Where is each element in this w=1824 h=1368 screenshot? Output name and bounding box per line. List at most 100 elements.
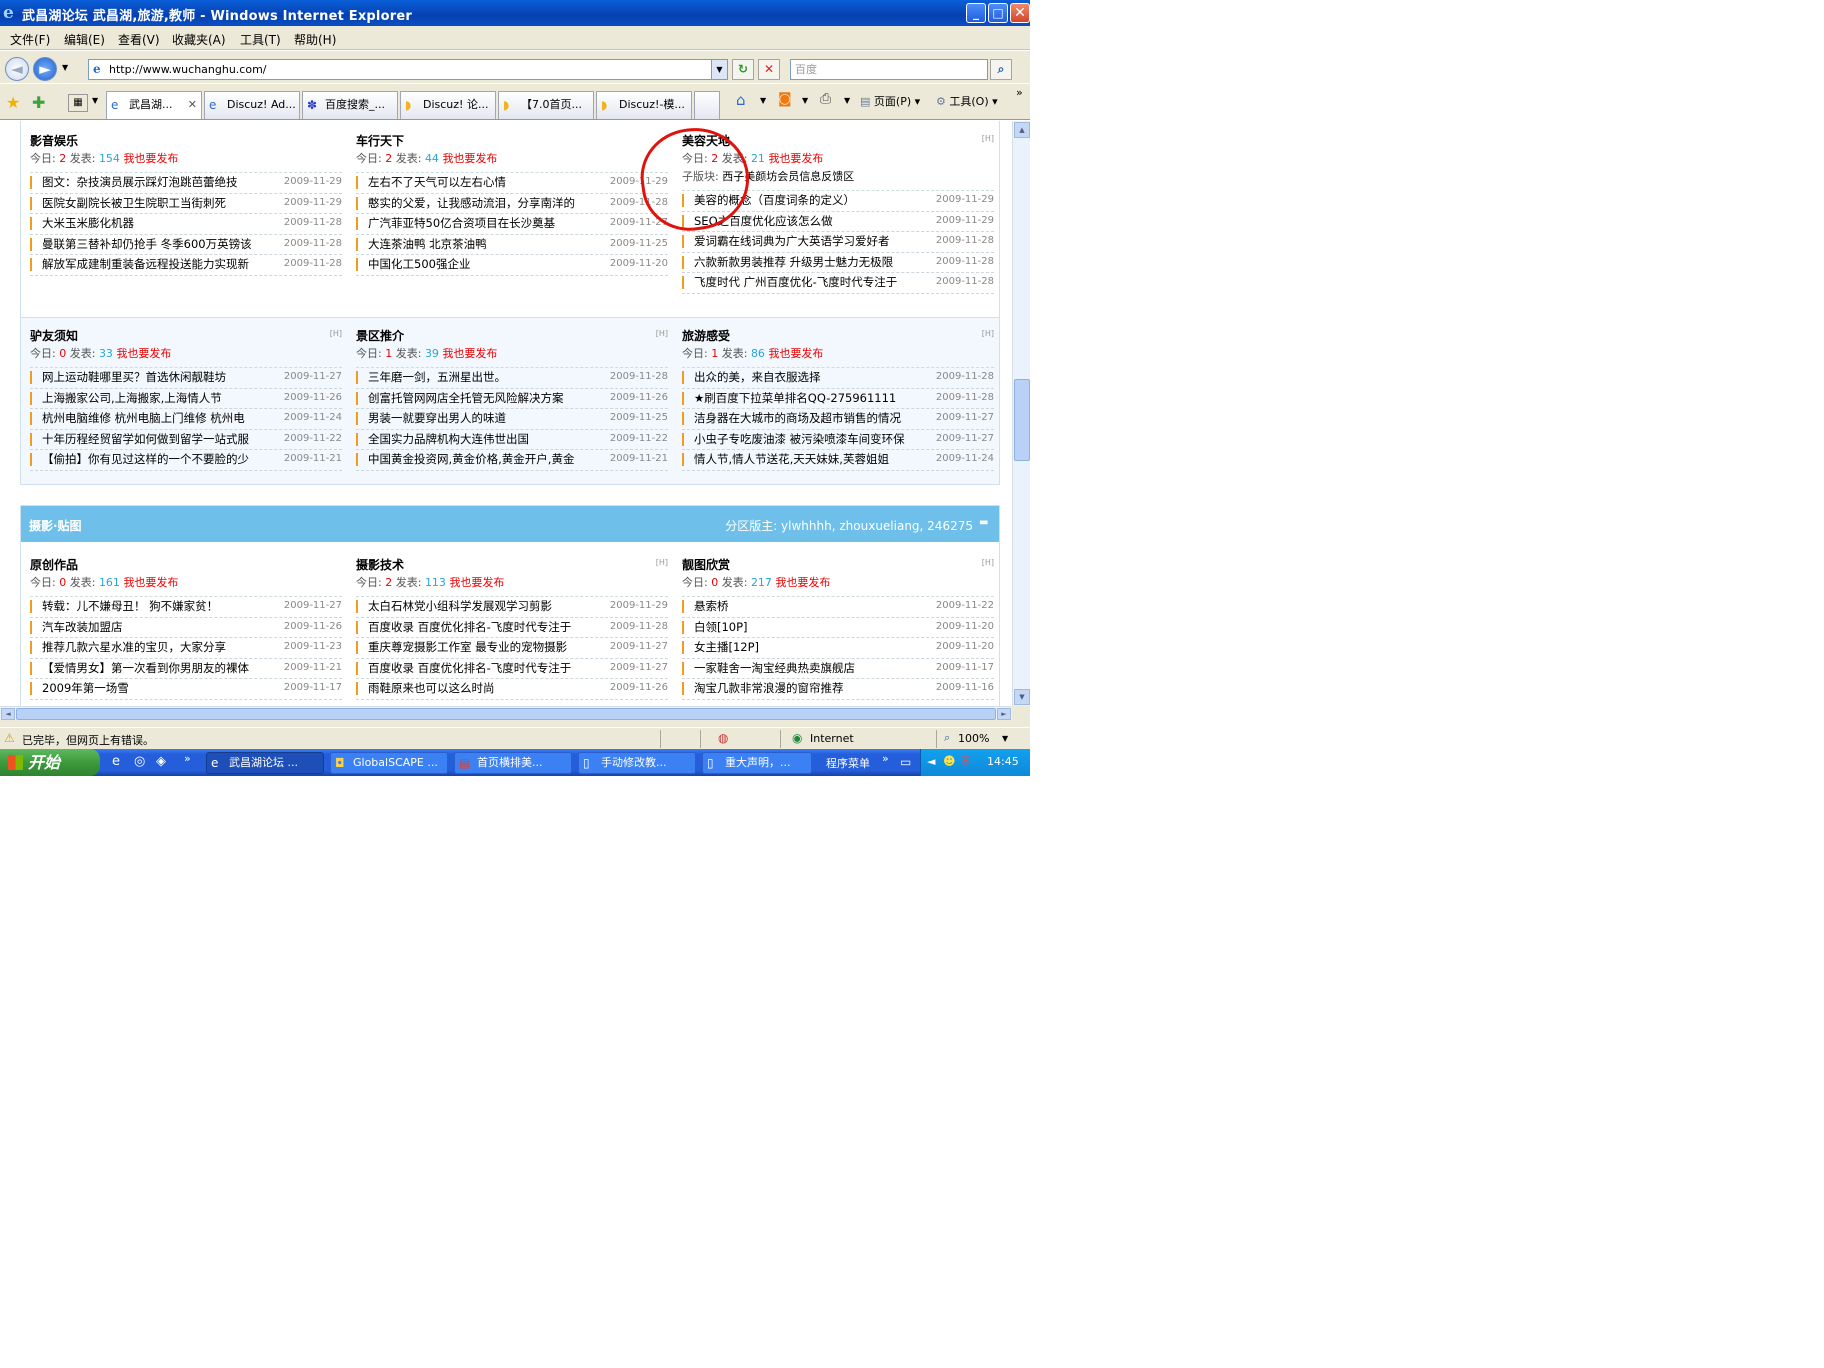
search-button[interactable]: ⌕ [990, 59, 1012, 80]
section-title[interactable]: 摄影·贴图 [29, 517, 82, 534]
close-button[interactable]: ✕ [1010, 3, 1030, 23]
topic-title[interactable]: 三年磨一剑，五洲星出世。 [356, 371, 591, 384]
rss-feed-icon[interactable]: ◙ [778, 91, 792, 107]
refresh-button[interactable]: ↻ [732, 59, 754, 80]
menu-edit[interactable]: 编辑(E) [64, 31, 105, 48]
post-link[interactable]: 我也要发布 [442, 152, 497, 165]
topic-title[interactable]: 六款新款男装推荐 升级男士魅力无极限 [682, 255, 917, 269]
qq-penguin-icon[interactable]: ☻ [943, 754, 956, 768]
post-link[interactable]: 我也要发布 [775, 576, 830, 589]
topic-title[interactable]: 解放军成建制重装备远程投送能力实现新 [30, 258, 265, 271]
rss-icon[interactable]: [H] [656, 558, 668, 567]
search-input[interactable]: 百度 [790, 59, 988, 80]
tab-discuz-admin[interactable]: e Discuz! Ad... [204, 91, 300, 119]
topic-title[interactable]: 左右不了天气可以左右心情 [356, 176, 591, 189]
topic-title[interactable]: 广汽菲亚特50亿合资项目在长沙奠基 [356, 217, 591, 230]
forum-name[interactable]: 摄影技术 [356, 556, 404, 573]
post-link[interactable]: 我也要发布 [449, 576, 504, 589]
topic-title[interactable]: 白领[10P] [682, 620, 917, 634]
forum-name[interactable]: 靓图欣赏 [682, 556, 730, 573]
topic-title[interactable]: 洁身器在大城市的商场及超市销售的情况 [682, 412, 917, 425]
topic-title[interactable]: 情人节,情人节送花,天天妹妹,芙蓉姐姐 [682, 453, 917, 466]
topic-title[interactable]: 转载：儿不嫌母丑！ 狗不嫌家贫！ [30, 600, 265, 613]
feed-dropdown-icon[interactable]: ▼ [802, 96, 808, 105]
menu-view[interactable]: 查看(V) [118, 31, 160, 48]
task-statement[interactable]: ▯ 重大声明，... [702, 752, 812, 774]
topic-title[interactable]: 淘宝几款非常浪漫的窗帘推荐 [682, 682, 917, 695]
topic-title[interactable]: 太白石林党小组科学发展观学习剪影 [356, 600, 591, 613]
page-menu[interactable]: ▤ 页面(P) ▾ [860, 93, 920, 109]
back-button[interactable]: ◄ [5, 57, 29, 81]
add-favorite-icon[interactable]: ✚ [32, 93, 45, 112]
minimize-button[interactable]: _ [966, 3, 986, 23]
post-link[interactable]: 我也要发布 [116, 347, 171, 360]
keyboard-icon[interactable]: ▭ [900, 755, 911, 769]
program-menu[interactable]: 程序菜单 [826, 755, 870, 771]
stop-button[interactable]: ✕ [758, 59, 780, 80]
topic-title[interactable]: 悬索桥 [682, 600, 917, 613]
popup-blocker-icon[interactable]: ◍ [718, 731, 728, 745]
scroll-left-icon[interactable]: ◄ [1, 708, 15, 720]
topic-title[interactable]: 全国实力品牌机构大连伟世出国 [356, 432, 591, 446]
start-button[interactable]: 开始 [0, 749, 100, 776]
menu-help[interactable]: 帮助(H) [294, 31, 336, 48]
address-input[interactable]: e http://www.wuchanghu.com/ ▼ [88, 59, 728, 80]
post-link[interactable]: 我也要发布 [123, 152, 178, 165]
scroll-right-icon[interactable]: ► [997, 708, 1011, 720]
topic-title[interactable]: 【爱情男女】第一次看到你男朋友的裸体 [30, 661, 265, 675]
forum-name[interactable]: 原创作品 [30, 556, 78, 573]
menu-favorites[interactable]: 收藏夹(A) [172, 31, 226, 48]
task-archive[interactable]: ▤ 首页横排美... [454, 752, 572, 774]
rss-icon[interactable]: [H] [656, 329, 668, 338]
scroll-up-icon[interactable]: ▲ [1014, 122, 1030, 138]
tab-70-home[interactable]: ◗ 【7.0首页... [498, 91, 594, 119]
forward-button[interactable]: ► [33, 57, 57, 81]
topic-title[interactable]: 出众的美，来自衣服选择 [682, 371, 917, 384]
print-icon[interactable]: ⎙ [820, 91, 831, 107]
browser-quicklaunch-icon[interactable]: ◎ [134, 754, 145, 769]
history-dropdown-icon[interactable]: ▼ [62, 63, 68, 72]
scroll-thumb[interactable] [1014, 379, 1030, 461]
post-link[interactable]: 我也要发布 [123, 576, 178, 589]
topic-title[interactable]: 网上运动鞋哪里买？首选休闲靓鞋坊 [30, 371, 265, 384]
topic-title[interactable]: 汽车改装加盟店 [30, 620, 265, 634]
topic-title[interactable]: 中国化工500强企业 [356, 258, 591, 271]
clock[interactable]: 14:45 [987, 755, 1019, 768]
topic-title[interactable]: 雨鞋原来也可以这么时尚 [356, 682, 591, 695]
topic-title[interactable]: ★刷百度下拉菜单排名QQ-275961111 [682, 391, 917, 405]
rss-icon[interactable]: [H] [982, 558, 994, 567]
forum-name[interactable]: 景区推介 [356, 327, 404, 344]
menu-tools[interactable]: 工具(T) [240, 31, 281, 48]
post-link[interactable]: 我也要发布 [768, 152, 823, 165]
topic-title[interactable]: 推荐几款六星水准的宝贝，大家分享 [30, 641, 265, 654]
toolbar-more-icon[interactable]: » [882, 752, 889, 765]
player-quicklaunch-icon[interactable]: ◈ [156, 754, 166, 769]
tab-discuz-template[interactable]: ◗ Discuz!-模... [596, 91, 692, 119]
topic-title[interactable]: 曼联第三替补却仍抢手 冬季600万英镑该 [30, 237, 265, 251]
horizontal-scrollbar[interactable]: ◄ ► [0, 706, 1012, 720]
forum-name[interactable]: 车行天下 [356, 132, 404, 149]
topic-title[interactable]: 上海搬家公司,上海搬家,上海情人节 [30, 391, 265, 405]
address-dropdown-icon[interactable]: ▼ [711, 60, 727, 79]
favorites-star-icon[interactable]: ★ [6, 93, 20, 112]
scroll-down-icon[interactable]: ▼ [1014, 689, 1030, 705]
hscroll-thumb[interactable] [16, 708, 996, 720]
vertical-scrollbar[interactable]: ▲ ▼ [1012, 121, 1030, 706]
topic-title[interactable]: 大米玉米膨化机器 [30, 217, 265, 230]
topic-title[interactable]: 2009年第一场雪 [30, 682, 265, 695]
security-shield-icon[interactable]: ⛨ [961, 754, 970, 769]
topic-title[interactable]: 十年历程经贸留学如何做到留学一站式服 [30, 432, 265, 446]
forum-name[interactable]: 驴友须知 [30, 327, 78, 344]
forum-name[interactable]: 影音娱乐 [30, 132, 78, 149]
ie-quicklaunch-icon[interactable]: e [112, 754, 120, 769]
new-tab-button[interactable] [694, 91, 720, 119]
maximize-button[interactable]: □ [988, 3, 1008, 23]
home-dropdown-icon[interactable]: ▼ [760, 96, 766, 105]
topic-title[interactable]: 图文：杂技演员展示踩灯泡跳芭蕾绝技 [30, 176, 265, 189]
task-ie-wuchanghu[interactable]: e 武昌湖论坛 ... [206, 752, 324, 774]
topic-title[interactable]: 女主播[12P] [682, 641, 917, 654]
collapse-icon[interactable]: ▬ [979, 518, 991, 528]
topic-title[interactable]: 中国黄金投资网,黄金价格,黄金开户,黄金 [356, 453, 591, 466]
topic-title[interactable]: 百度收录 百度优化排名-飞度时代专注于 [356, 620, 591, 634]
tools-menu[interactable]: ⚙ 工具(O) ▾ [936, 93, 998, 109]
